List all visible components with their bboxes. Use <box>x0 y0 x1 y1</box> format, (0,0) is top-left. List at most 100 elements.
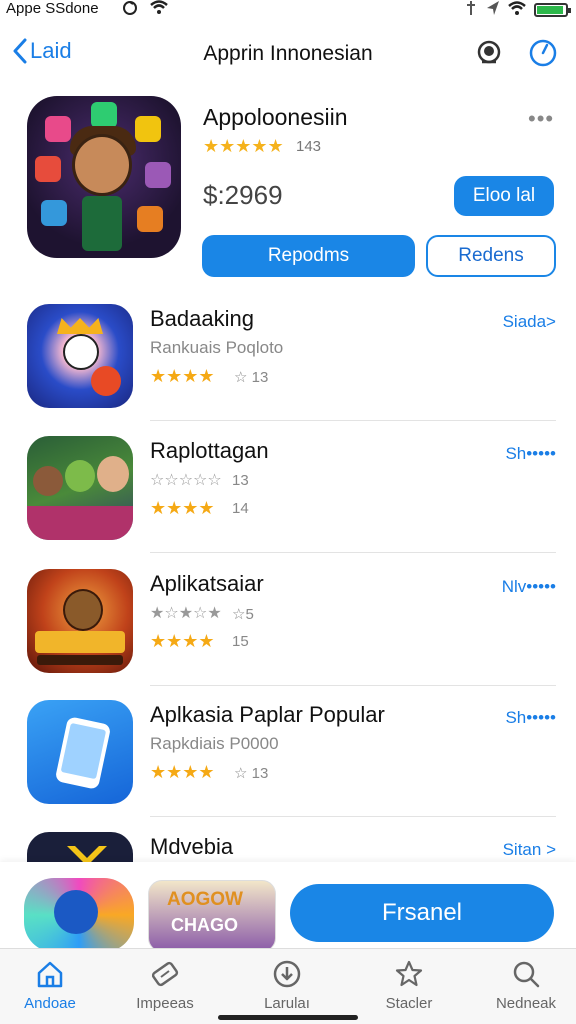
tile-shape <box>91 102 117 128</box>
featured-app-icon[interactable] <box>27 96 181 258</box>
home-icon <box>37 961 63 988</box>
divider <box>150 685 556 686</box>
logo-shape <box>67 846 107 862</box>
pin-icon <box>464 0 478 20</box>
title-banner <box>35 631 125 653</box>
featured-price: $:2969 <box>203 180 283 210</box>
app-subtitle: Rankuais Poqloto <box>150 338 284 357</box>
list-item[interactable]: Mdvebia Sitan > <box>0 828 576 862</box>
crown-shape <box>57 318 103 334</box>
list-item[interactable]: Aplkasia Paplar Popular Rapkdiais P0000 … <box>0 696 576 826</box>
app-icon <box>27 832 133 862</box>
character-face <box>97 456 129 492</box>
featured-rating-count: 143 <box>296 138 322 155</box>
globe-icon[interactable] <box>474 38 504 68</box>
rating-count: 14 <box>232 500 249 517</box>
character-face <box>33 466 63 496</box>
app-subtitle: Rapkdiais P0000 <box>150 734 279 753</box>
tile-shape <box>45 116 71 142</box>
app-icon <box>27 569 133 673</box>
app-icon <box>27 436 133 540</box>
tab-label: Stacler <box>385 995 433 1012</box>
app-name: Badaaking <box>150 306 254 331</box>
search-icon <box>513 961 540 988</box>
divider <box>150 552 556 553</box>
tab-bar: Andoae Impeeas Larulaı Stacler Nedneak <box>0 948 576 1024</box>
list-item[interactable]: Aplikatsaiar ★☆★☆★ ☆5 ★★★★ 15 Nlv••••• <box>0 565 576 695</box>
divider <box>150 420 556 421</box>
download-icon <box>273 960 301 988</box>
app-name: Aplkasia Paplar Popular <box>150 702 385 727</box>
promo-art-circle <box>54 890 98 934</box>
app-icon <box>27 304 133 408</box>
tab-label: Andoae <box>24 995 76 1012</box>
tab-label: Nedneak <box>495 995 557 1012</box>
outline-rating-stars: ★☆★☆★ <box>150 605 222 622</box>
featured-app: Appoloonesiin ••• ★★★★★ 143 $:2969 Eloo … <box>0 96 576 277</box>
app-icon <box>27 700 133 804</box>
primary-action-button[interactable]: Repodms <box>202 235 415 277</box>
outline-rating-count: 13 <box>232 472 249 489</box>
outline-rating-stars: ☆☆☆☆☆ <box>150 472 222 489</box>
outline-rating-count: ☆5 <box>232 606 254 623</box>
tab-label: Impeeas <box>136 995 194 1012</box>
app-name: Aplikatsaiar <box>150 571 264 596</box>
character-face <box>72 134 132 196</box>
character-face <box>63 589 103 631</box>
tile-shape <box>137 206 163 232</box>
rating-count: 15 <box>232 633 249 650</box>
featured-app-title: Appoloonesiin <box>203 104 348 130</box>
tile-shape <box>135 116 161 142</box>
more-options-button[interactable]: ••• <box>528 106 554 132</box>
featured-rating-stars: ★★★★★ <box>203 136 284 156</box>
phone-shape <box>54 716 112 790</box>
ticket-icon <box>151 961 179 987</box>
tab-search[interactable]: Nedneak <box>476 959 576 1012</box>
app-action-link[interactable]: Siada> <box>503 312 556 332</box>
promo-art-subtitle: CHAGO <box>171 915 238 935</box>
clock-icon[interactable] <box>528 38 558 68</box>
promo-art-card[interactable]: AOGOW CHAGO <box>148 880 276 952</box>
battery-icon <box>534 3 571 17</box>
app-action-link[interactable]: Sitan > <box>503 840 556 860</box>
home-indicator <box>218 1015 358 1020</box>
promo-art-title: AOGOW <box>167 889 243 910</box>
rating-count: ☆ 13 <box>234 765 269 782</box>
location-icon <box>486 0 500 20</box>
tile-shape <box>35 156 61 182</box>
character-bodies <box>27 506 133 540</box>
badge-shape <box>91 366 121 396</box>
tab-home[interactable]: Andoae <box>0 959 100 1012</box>
subtitle-banner <box>37 655 123 665</box>
phone-screen <box>60 722 107 780</box>
divider <box>150 816 556 817</box>
nav-bar: Laid Apprin Innonesian <box>0 30 576 76</box>
app-name: Raplottagan <box>150 438 269 463</box>
rating-stars: ★★★★ <box>150 631 215 651</box>
star-icon <box>395 960 423 987</box>
app-action-link[interactable]: Nlv••••• <box>502 577 556 597</box>
character-face <box>65 460 95 492</box>
status-bar: Appe SSdone <box>0 0 576 22</box>
tab-tickets[interactable]: Impeeas <box>115 959 215 1012</box>
buy-button[interactable]: Eloo lal <box>454 176 554 216</box>
rating-count: ☆ 13 <box>234 369 269 386</box>
tab-label: Larulaı <box>264 995 310 1012</box>
status-right-icons <box>464 0 571 20</box>
rating-stars: ★★★★ <box>150 762 215 782</box>
character-face <box>63 334 99 370</box>
list-item[interactable]: Badaaking Rankuais Poqloto ★★★★ ☆ 13 Sia… <box>0 300 576 430</box>
tile-shape <box>145 162 171 188</box>
secondary-action-button[interactable]: Redens <box>426 235 556 277</box>
wifi-right-icon <box>508 0 526 20</box>
promo-art-icon[interactable] <box>24 878 134 952</box>
tile-shape <box>41 200 67 226</box>
app-action-link[interactable]: Sh••••• <box>505 708 556 728</box>
app-action-link[interactable]: Sh••••• <box>505 444 556 464</box>
app-name: Mdvebia <box>150 834 234 859</box>
rating-stars: ★★★★ <box>150 498 215 518</box>
promo-button[interactable]: Frsanel <box>290 884 554 942</box>
list-item[interactable]: Raplottagan ☆☆☆☆☆ 13 ★★★★ 14 Sh••••• <box>0 432 576 562</box>
tab-featured[interactable]: Stacler <box>359 959 459 1012</box>
tab-updates[interactable]: Larulaı <box>237 959 337 1012</box>
